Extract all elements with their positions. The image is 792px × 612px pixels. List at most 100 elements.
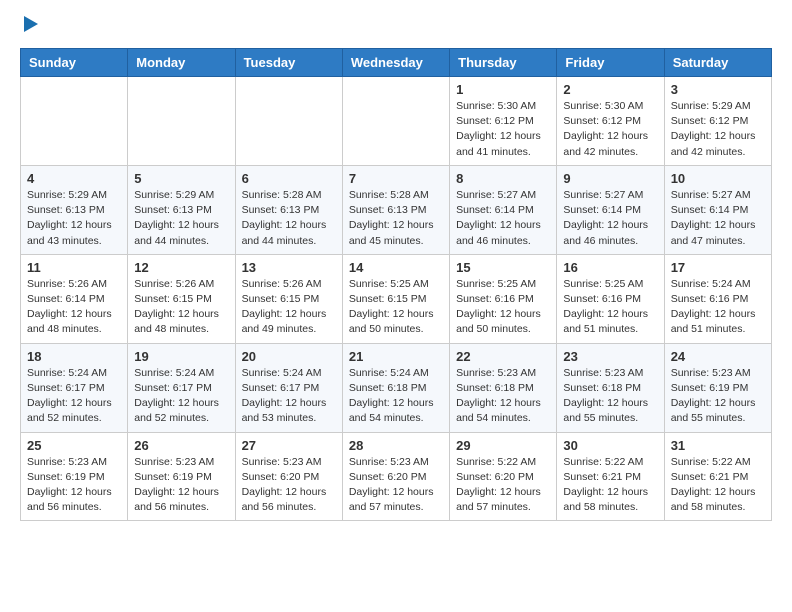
day-info: Sunrise: 5:24 AM Sunset: 6:17 PM Dayligh… (242, 366, 336, 427)
day-number: 14 (349, 260, 443, 275)
day-info: Sunrise: 5:24 AM Sunset: 6:17 PM Dayligh… (27, 366, 121, 427)
day-number: 13 (242, 260, 336, 275)
weekday-header-thursday: Thursday (450, 49, 557, 77)
day-info: Sunrise: 5:28 AM Sunset: 6:13 PM Dayligh… (349, 188, 443, 249)
calendar-cell: 27 Sunrise: 5:23 AM Sunset: 6:20 PM Dayli… (235, 432, 342, 521)
day-info: Sunrise: 5:29 AM Sunset: 6:13 PM Dayligh… (27, 188, 121, 249)
calendar-cell (128, 77, 235, 166)
calendar-week-row: 11 Sunrise: 5:26 AM Sunset: 6:14 PM Dayli… (21, 254, 772, 343)
weekday-header-row: SundayMondayTuesdayWednesdayThursdayFrid… (21, 49, 772, 77)
day-number: 22 (456, 349, 550, 364)
day-number: 2 (563, 82, 657, 97)
calendar-cell: 15 Sunrise: 5:25 AM Sunset: 6:16 PM Dayli… (450, 254, 557, 343)
day-info: Sunrise: 5:23 AM Sunset: 6:19 PM Dayligh… (671, 366, 765, 427)
calendar-cell: 6Sunrise: 5:28 AM Sunset: 6:13 PM Daylig… (235, 165, 342, 254)
calendar-cell: 28 Sunrise: 5:23 AM Sunset: 6:20 PM Dayli… (342, 432, 449, 521)
day-info: Sunrise: 5:22 AM Sunset: 6:21 PM Dayligh… (671, 455, 765, 516)
calendar-cell: 24 Sunrise: 5:23 AM Sunset: 6:19 PM Dayli… (664, 343, 771, 432)
day-info: Sunrise: 5:25 AM Sunset: 6:16 PM Dayligh… (563, 277, 657, 338)
calendar-cell: 30Sunrise: 5:22 AM Sunset: 6:21 PM Dayli… (557, 432, 664, 521)
day-info: Sunrise: 5:27 AM Sunset: 6:14 PM Dayligh… (671, 188, 765, 249)
calendar-cell: 14 Sunrise: 5:25 AM Sunset: 6:15 PM Dayli… (342, 254, 449, 343)
calendar-cell: 5 Sunrise: 5:29 AM Sunset: 6:13 PM Daylig… (128, 165, 235, 254)
calendar-cell: 21 Sunrise: 5:24 AM Sunset: 6:18 PM Dayli… (342, 343, 449, 432)
day-number: 27 (242, 438, 336, 453)
day-info: Sunrise: 5:27 AM Sunset: 6:14 PM Dayligh… (563, 188, 657, 249)
day-number: 25 (27, 438, 121, 453)
day-number: 17 (671, 260, 765, 275)
calendar-week-row: 25 Sunrise: 5:23 AM Sunset: 6:19 PM Dayli… (21, 432, 772, 521)
calendar-cell: 31 Sunrise: 5:22 AM Sunset: 6:21 PM Dayli… (664, 432, 771, 521)
calendar-cell: 16 Sunrise: 5:25 AM Sunset: 6:16 PM Dayli… (557, 254, 664, 343)
calendar-cell: 3Sunrise: 5:29 AM Sunset: 6:12 PM Daylig… (664, 77, 771, 166)
calendar-cell: 4 Sunrise: 5:29 AM Sunset: 6:13 PM Daylig… (21, 165, 128, 254)
day-info: Sunrise: 5:22 AM Sunset: 6:20 PM Dayligh… (456, 455, 550, 516)
day-info: Sunrise: 5:27 AM Sunset: 6:14 PM Dayligh… (456, 188, 550, 249)
day-number: 31 (671, 438, 765, 453)
day-number: 20 (242, 349, 336, 364)
calendar-cell: 7 Sunrise: 5:28 AM Sunset: 6:13 PM Daylig… (342, 165, 449, 254)
logo (20, 20, 38, 32)
weekday-header-monday: Monday (128, 49, 235, 77)
day-info: Sunrise: 5:23 AM Sunset: 6:18 PM Dayligh… (456, 366, 550, 427)
day-number: 26 (134, 438, 228, 453)
calendar-cell: 9 Sunrise: 5:27 AM Sunset: 6:14 PM Daylig… (557, 165, 664, 254)
calendar-cell: 29 Sunrise: 5:22 AM Sunset: 6:20 PM Dayli… (450, 432, 557, 521)
day-number: 19 (134, 349, 228, 364)
calendar-cell: 19 Sunrise: 5:24 AM Sunset: 6:17 PM Dayli… (128, 343, 235, 432)
weekday-header-friday: Friday (557, 49, 664, 77)
day-info: Sunrise: 5:25 AM Sunset: 6:15 PM Dayligh… (349, 277, 443, 338)
day-info: Sunrise: 5:23 AM Sunset: 6:20 PM Dayligh… (242, 455, 336, 516)
day-info: Sunrise: 5:24 AM Sunset: 6:18 PM Dayligh… (349, 366, 443, 427)
calendar-week-row: 18 Sunrise: 5:24 AM Sunset: 6:17 PM Dayli… (21, 343, 772, 432)
day-number: 6 (242, 171, 336, 186)
day-number: 16 (563, 260, 657, 275)
calendar-cell: 18 Sunrise: 5:24 AM Sunset: 6:17 PM Dayli… (21, 343, 128, 432)
day-number: 23 (563, 349, 657, 364)
day-info: Sunrise: 5:23 AM Sunset: 6:19 PM Dayligh… (134, 455, 228, 516)
calendar-cell: 25Sunrise: 5:23 AM Sunset: 6:19 PM Dayli… (21, 432, 128, 521)
day-number: 5 (134, 171, 228, 186)
calendar-cell: 17 Sunrise: 5:24 AM Sunset: 6:16 PM Dayli… (664, 254, 771, 343)
calendar-cell: 1Sunrise: 5:30 AM Sunset: 6:12 PM Daylig… (450, 77, 557, 166)
weekday-header-wednesday: Wednesday (342, 49, 449, 77)
calendar-cell: 11 Sunrise: 5:26 AM Sunset: 6:14 PM Dayli… (21, 254, 128, 343)
day-number: 15 (456, 260, 550, 275)
calendar-cell: 10Sunrise: 5:27 AM Sunset: 6:14 PM Dayli… (664, 165, 771, 254)
day-info: Sunrise: 5:25 AM Sunset: 6:16 PM Dayligh… (456, 277, 550, 338)
day-info: Sunrise: 5:26 AM Sunset: 6:15 PM Dayligh… (242, 277, 336, 338)
day-number: 12 (134, 260, 228, 275)
day-info: Sunrise: 5:29 AM Sunset: 6:13 PM Dayligh… (134, 188, 228, 249)
calendar-cell: 2Sunrise: 5:30 AM Sunset: 6:12 PM Daylig… (557, 77, 664, 166)
day-number: 9 (563, 171, 657, 186)
day-info: Sunrise: 5:26 AM Sunset: 6:14 PM Dayligh… (27, 277, 121, 338)
day-info: Sunrise: 5:24 AM Sunset: 6:17 PM Dayligh… (134, 366, 228, 427)
day-number: 7 (349, 171, 443, 186)
day-number: 4 (27, 171, 121, 186)
calendar-cell: 22 Sunrise: 5:23 AM Sunset: 6:18 PM Dayli… (450, 343, 557, 432)
calendar-table: SundayMondayTuesdayWednesdayThursdayFrid… (20, 48, 772, 521)
day-number: 1 (456, 82, 550, 97)
calendar-week-row: 4 Sunrise: 5:29 AM Sunset: 6:13 PM Daylig… (21, 165, 772, 254)
calendar-cell: 20 Sunrise: 5:24 AM Sunset: 6:17 PM Dayli… (235, 343, 342, 432)
calendar-cell (21, 77, 128, 166)
calendar-cell: 23Sunrise: 5:23 AM Sunset: 6:18 PM Dayli… (557, 343, 664, 432)
day-number: 24 (671, 349, 765, 364)
day-number: 18 (27, 349, 121, 364)
calendar-cell (235, 77, 342, 166)
calendar-cell: 8 Sunrise: 5:27 AM Sunset: 6:14 PM Daylig… (450, 165, 557, 254)
weekday-header-saturday: Saturday (664, 49, 771, 77)
day-number: 11 (27, 260, 121, 275)
day-number: 3 (671, 82, 765, 97)
day-number: 29 (456, 438, 550, 453)
calendar-cell (342, 77, 449, 166)
day-info: Sunrise: 5:24 AM Sunset: 6:16 PM Dayligh… (671, 277, 765, 338)
calendar-cell: 26 Sunrise: 5:23 AM Sunset: 6:19 PM Dayli… (128, 432, 235, 521)
day-number: 21 (349, 349, 443, 364)
day-number: 8 (456, 171, 550, 186)
logo-arrow-icon (24, 16, 38, 32)
page-header (20, 20, 772, 32)
day-info: Sunrise: 5:23 AM Sunset: 6:20 PM Dayligh… (349, 455, 443, 516)
day-number: 28 (349, 438, 443, 453)
calendar-week-row: 1Sunrise: 5:30 AM Sunset: 6:12 PM Daylig… (21, 77, 772, 166)
